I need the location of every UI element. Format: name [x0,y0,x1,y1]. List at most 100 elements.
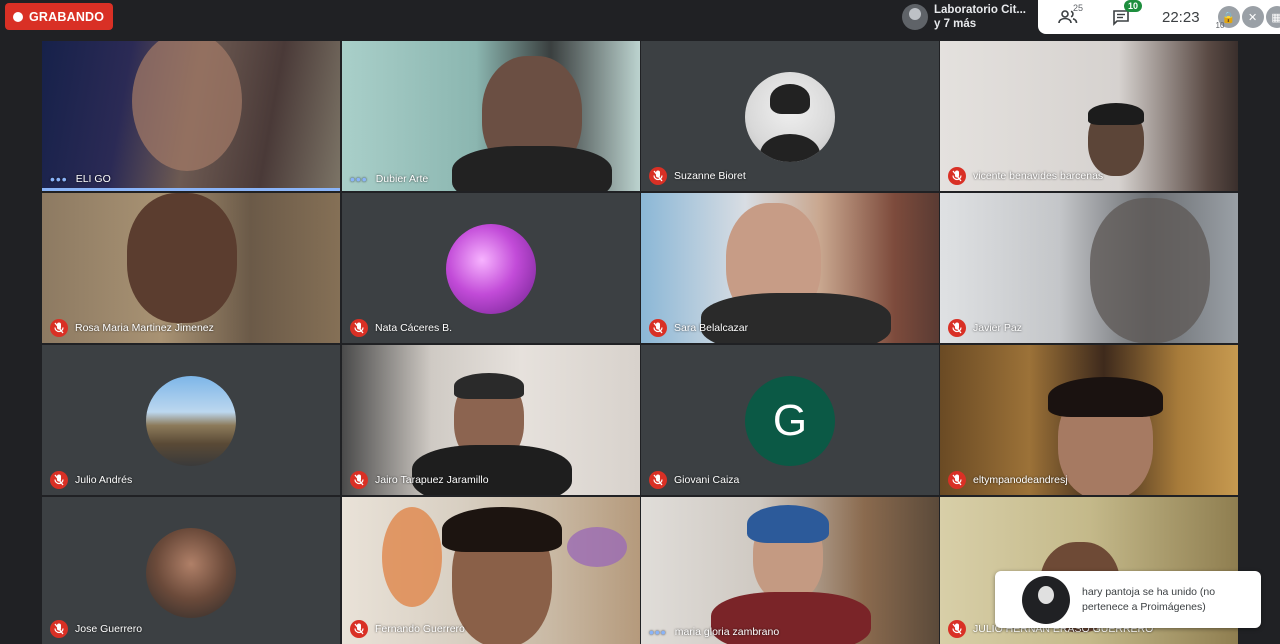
participant-name: Jairo Tarapuez Jaramillo [375,474,489,486]
participant-tile[interactable]: vicente benavides barcenas [940,41,1238,191]
participant-tile[interactable]: eltympanodeandresj [940,345,1238,495]
video-feed [132,41,242,171]
clock: 22:23 [1162,8,1200,26]
mic-off-icon [948,319,966,337]
apps-button[interactable]: ▦ [1265,6,1280,28]
participant-grid: ••• ELI GO ••• Dubier Arte Suzanne Bioret … [42,41,1239,644]
participant-tile[interactable]: Suzanne Bioret [641,41,939,191]
participant-tile[interactable]: Javier Paz [940,193,1238,343]
chat-button[interactable]: 10 [1112,0,1143,26]
notification-message: hary pantoja se ha unido (no pertenece a… [1082,585,1216,613]
participant-label: Fernando Guerrero [350,620,465,638]
participant-name: Jose Guerrero [75,623,143,635]
mic-off-icon [649,167,667,185]
participant-tile[interactable]: Julio Andrés [42,345,340,495]
participant-label: Rosa Maria Martinez Jimenez [50,319,214,337]
grid-icon: ▦ [1265,6,1280,28]
participant-label: Nata Cáceres B. [350,319,452,337]
participant-tile[interactable]: ••• ELI GO [42,41,340,191]
participant-label: Jairo Tarapuez Jaramillo [350,471,489,489]
mic-off-icon [649,319,667,337]
participant-tile[interactable]: G Giovani Caiza [641,345,939,495]
participant-name: Sara Belalcazar [674,322,749,334]
participant-label: Giovani Caiza [649,471,739,489]
participant-label: Sara Belalcazar [649,319,748,337]
participant-tile[interactable]: Nata Cáceres B. [342,193,640,343]
avatar-initial: G [772,396,808,445]
video-feed-beanie [747,505,829,543]
recording-label: GRABANDO [29,9,105,24]
participant-label: eltympanodeandresj [948,471,1068,489]
person-off-icon: ✕ [1241,6,1264,28]
participant-name: eltympanodeandresj [973,474,1068,486]
participant-tile[interactable]: Rosa Maria Martinez Jimenez [42,193,340,343]
participant-name: vicente benavides barcenas [973,170,1104,182]
participant-name: Julio Andrés [75,474,133,486]
participant-tile[interactable]: ••• maria gloria zambrano [641,497,939,644]
video-feed-hair [442,507,562,552]
mic-off-icon [948,471,966,489]
participant-avatar [745,72,835,162]
participant-name: Nata Cáceres B. [375,322,453,334]
participant-label: vicente benavides barcenas [948,167,1103,185]
participant-avatar: G [745,376,835,466]
participant-avatar [146,376,236,466]
participant-tile[interactable]: Jose Guerrero [42,497,340,644]
mic-off-icon [350,319,368,337]
video-feed-cap [1088,103,1144,125]
wall-art [382,507,442,607]
mic-off-icon [50,319,68,337]
participant-label: Suzanne Bioret [649,167,746,185]
extra-count: 10 [1215,21,1225,30]
join-notification[interactable]: hary pantoja se ha unido (no pertenece a… [995,571,1261,628]
people-count: 25 [1073,3,1084,13]
mic-off-icon [948,620,966,638]
participant-label: ••• Dubier Arte [350,171,429,187]
presenter-others: y 7 más [934,18,977,30]
video-feed-hair [1048,377,1163,417]
participant-name: Suzanne Bioret [674,170,746,182]
wall-art [567,527,627,567]
notification-avatar [1022,575,1070,624]
participant-name: maria gloria zambrano [674,626,780,638]
participant-label: ••• ELI GO [50,171,111,187]
participant-label: Javier Paz [948,319,1022,337]
audio-level-icon: ••• [50,171,68,187]
participant-name: Fernando Guerrero [375,623,465,635]
presenter-name: Laboratorio Cit... [934,4,1026,16]
presenter-info[interactable]: Laboratorio Cit... y 7 más [896,0,1036,34]
participant-tile[interactable]: Jairo Tarapuez Jaramillo [342,345,640,495]
mic-off-icon [50,471,68,489]
recording-indicator[interactable]: GRABANDO [5,3,114,30]
participant-tile[interactable]: Sara Belalcazar [641,193,939,343]
participant-name: Dubier Arte [375,173,429,185]
participant-avatar [146,528,236,618]
audio-level-icon: ••• [350,171,368,187]
activities-button[interactable]: 🔒 10 [1215,6,1240,30]
participant-name: Javier Paz [973,322,1023,334]
people-button[interactable]: 25 [1058,3,1083,25]
presenter-avatar [902,4,928,30]
mic-off-icon [350,471,368,489]
participant-avatar [446,224,536,314]
host-controls-button[interactable]: ✕ [1241,6,1264,28]
participant-name: Rosa Maria Martinez Jimenez [75,322,214,334]
record-dot-icon [13,11,23,22]
participant-tile[interactable]: ••• Dubier Arte [342,41,640,191]
mic-off-icon [948,167,966,185]
participant-name: ELI GO [75,173,111,185]
video-feed-cap [454,373,524,399]
participant-tile[interactable]: Fernando Guerrero [342,497,640,644]
mic-off-icon [350,620,368,638]
video-feed [127,193,237,323]
participant-name: Giovani Caiza [674,474,740,486]
chat-badge: 10 [1124,0,1143,12]
audio-level-icon: ••• [649,624,667,640]
participant-label: ••• maria gloria zambrano [649,624,780,640]
speaking-indicator [42,188,340,191]
participant-label: Jose Guerrero [50,620,142,638]
mic-off-icon [649,471,667,489]
video-feed-shoulders [452,146,612,191]
meeting-topbar: 25 10 22:23 🔒 10 ✕ ▦ [1038,0,1280,34]
participant-label: Julio Andrés [50,471,132,489]
